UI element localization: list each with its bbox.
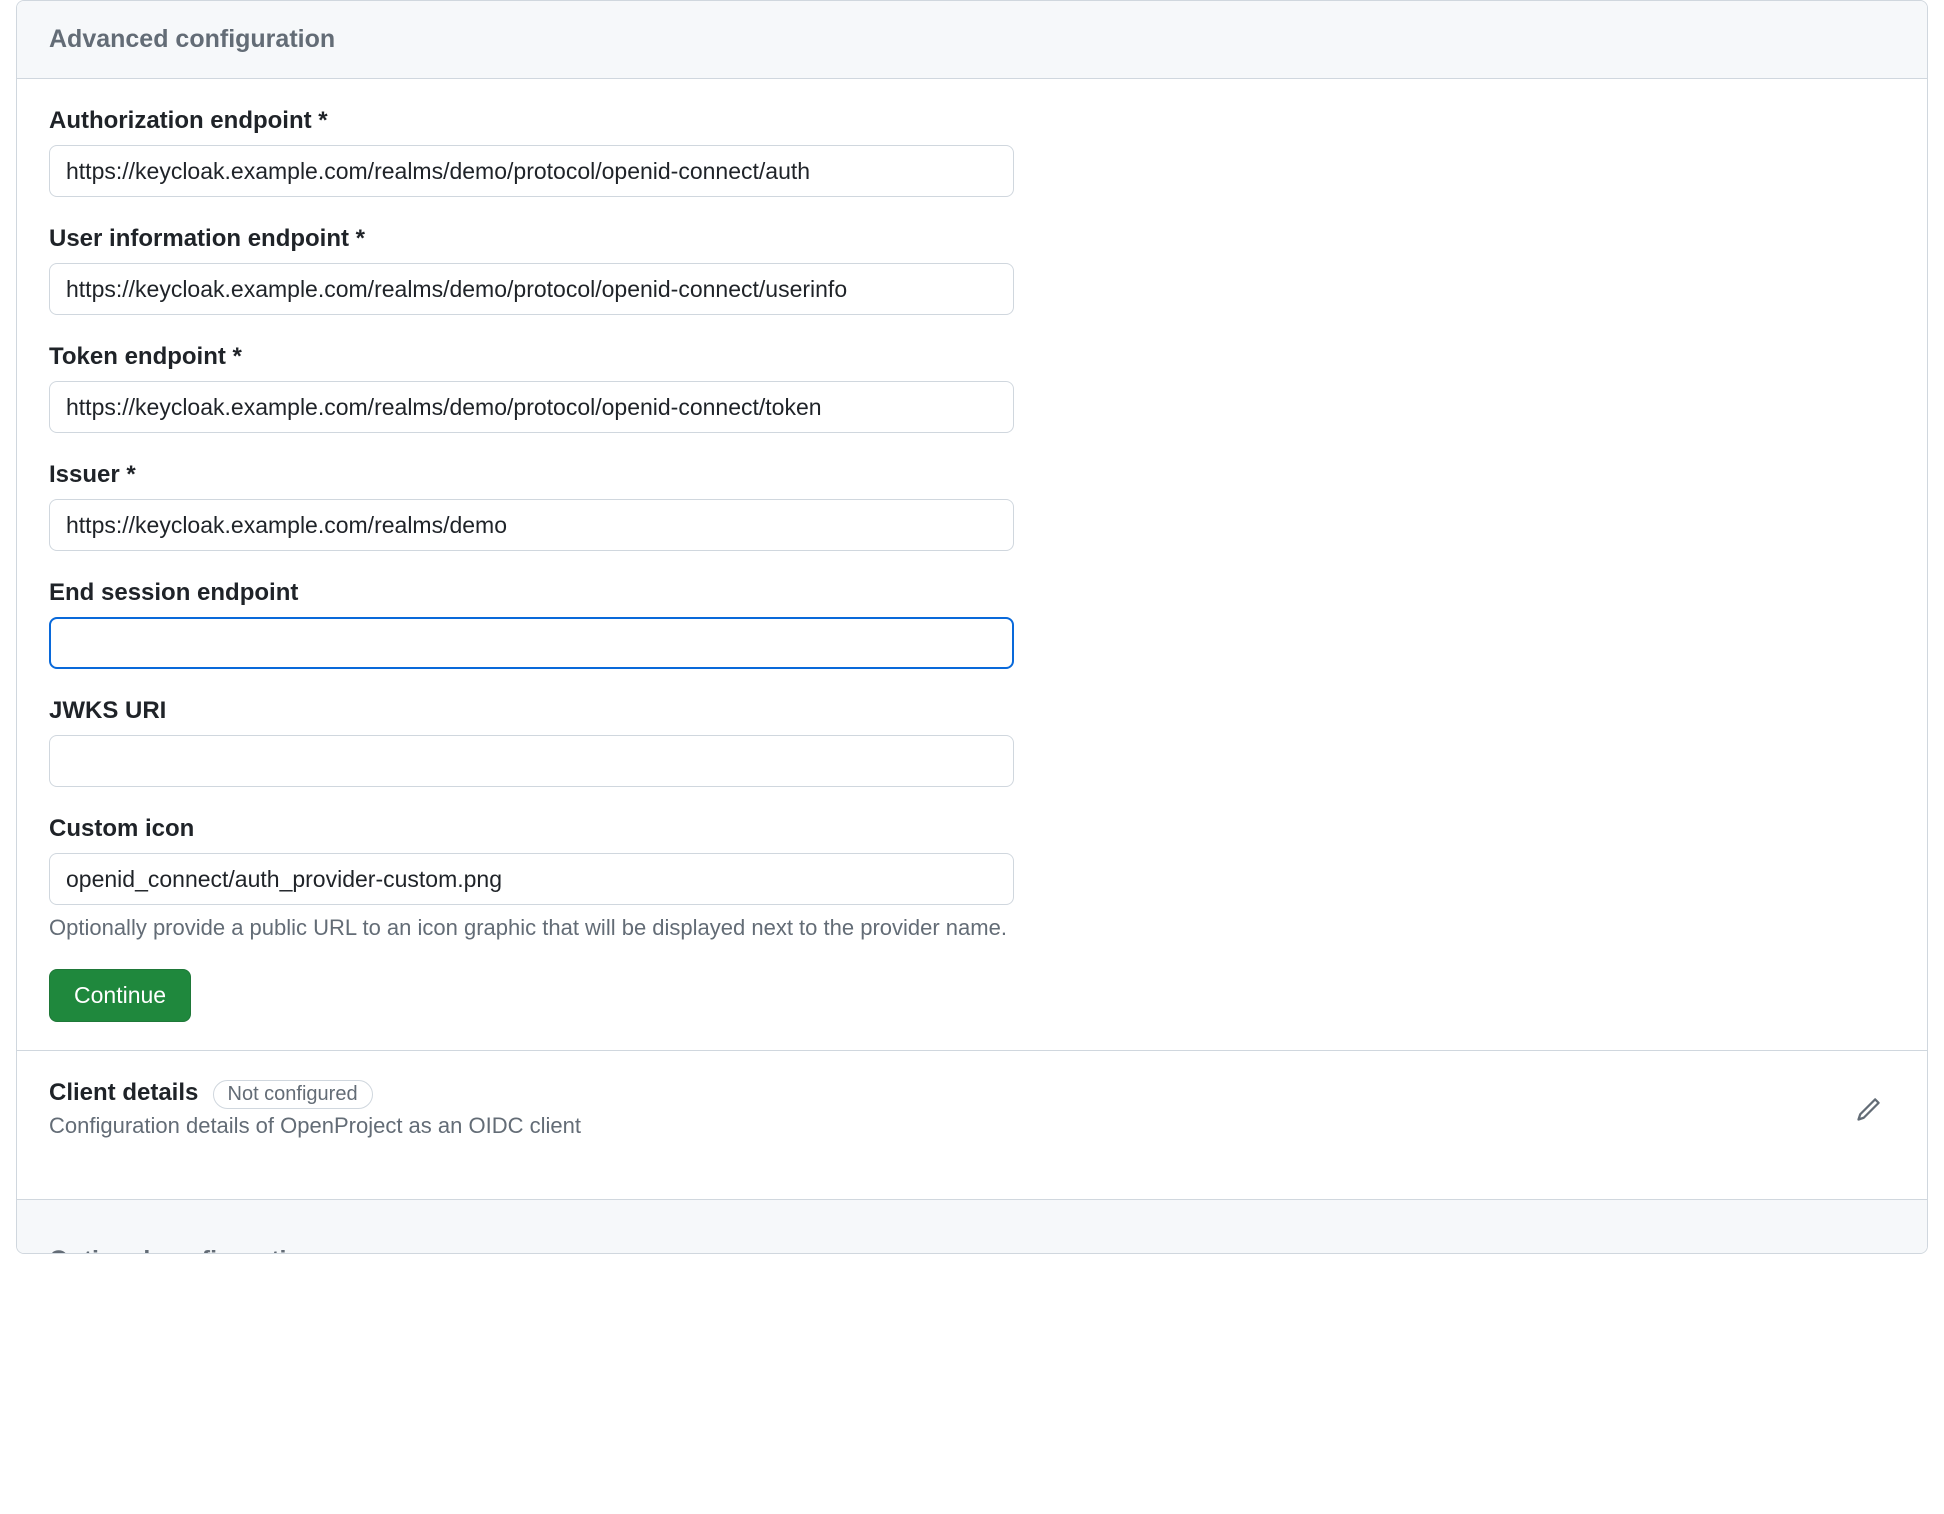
- optional-configuration-title: Optional configuration: [49, 1246, 1895, 1253]
- custom-icon-help: Optionally provide a public URL to an ic…: [49, 915, 1895, 941]
- end-session-endpoint-input[interactable]: [49, 617, 1014, 669]
- field-custom-icon: Custom icon Optionally provide a public …: [49, 815, 1895, 941]
- field-issuer: Issuer *: [49, 461, 1895, 551]
- client-details-description: Configuration details of OpenProject as …: [49, 1113, 1855, 1139]
- issuer-label: Issuer *: [49, 461, 1895, 489]
- field-user-info-endpoint: User information endpoint *: [49, 225, 1895, 315]
- field-jwks-uri: JWKS URI: [49, 697, 1895, 787]
- client-details-badge: Not configured: [213, 1080, 373, 1109]
- token-endpoint-label: Token endpoint *: [49, 343, 1895, 371]
- authorization-endpoint-input[interactable]: [49, 145, 1014, 197]
- token-endpoint-input[interactable]: [49, 381, 1014, 433]
- field-authorization-endpoint: Authorization endpoint *: [49, 107, 1895, 197]
- jwks-uri-label: JWKS URI: [49, 697, 1895, 725]
- issuer-input[interactable]: [49, 499, 1014, 551]
- advanced-configuration-panel: Advanced configuration Authorization end…: [16, 0, 1928, 1254]
- authorization-endpoint-label: Authorization endpoint *: [49, 107, 1895, 135]
- pencil-icon[interactable]: [1855, 1095, 1883, 1123]
- field-token-endpoint: Token endpoint *: [49, 343, 1895, 433]
- optional-configuration-header: Optional configuration: [17, 1199, 1927, 1253]
- custom-icon-input[interactable]: [49, 853, 1014, 905]
- user-info-endpoint-label: User information endpoint *: [49, 225, 1895, 253]
- jwks-uri-input[interactable]: [49, 735, 1014, 787]
- end-session-endpoint-label: End session endpoint: [49, 579, 1895, 607]
- client-details-text: Client details Not configured Configurat…: [49, 1079, 1855, 1139]
- user-info-endpoint-input[interactable]: [49, 263, 1014, 315]
- panel-header: Advanced configuration: [17, 1, 1927, 79]
- field-end-session-endpoint: End session endpoint: [49, 579, 1895, 669]
- client-details-section: Client details Not configured Configurat…: [49, 1051, 1895, 1167]
- client-details-title: Client details: [49, 1079, 198, 1107]
- custom-icon-label: Custom icon: [49, 815, 1895, 843]
- panel-title: Advanced configuration: [49, 25, 1895, 54]
- panel-body: Authorization endpoint * User informatio…: [17, 79, 1927, 1199]
- continue-button[interactable]: Continue: [49, 969, 191, 1022]
